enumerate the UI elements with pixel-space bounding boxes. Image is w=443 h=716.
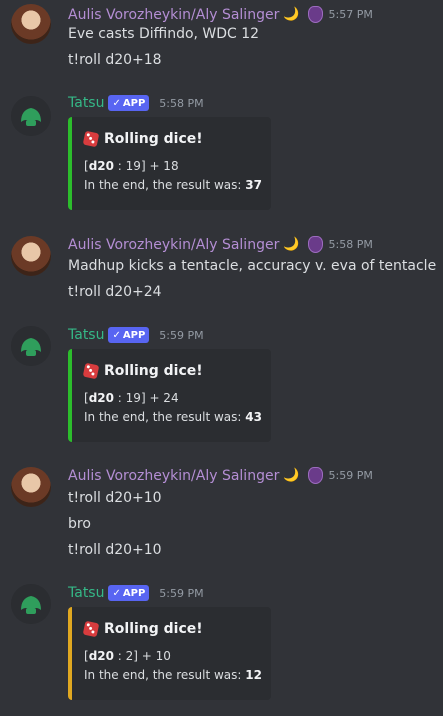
embed-title-text: Rolling dice! [104,363,203,379]
verified-check-icon: ✓ [112,97,121,109]
user-avatar[interactable] [11,4,51,44]
roll-modifier: + 24 [149,391,179,405]
message-header: Aulis Vorozheykin/Aly Salinger 🌙 5:59 PM [68,467,373,484]
roll-breakdown: [d20 : 19] + 24 [84,391,179,405]
author-name[interactable]: Tatsu [68,95,104,111]
tatsu-logo-icon [11,584,51,624]
message-text: t!roll d20+10 [68,542,162,558]
roll-embed: Rolling dice! [d20 : 2] + 10 In the end,… [68,607,271,700]
tatsu-logo-icon [11,96,51,136]
author-name[interactable]: Aulis Vorozheykin/Aly Salinger [68,7,279,23]
moon-icon: 🌙 [283,237,300,252]
roll-modifier: + 18 [149,159,179,173]
roll-modifier: + 10 [141,649,171,663]
message-text: bro [68,516,91,532]
roll-breakdown: [d20 : 19] + 18 [84,159,179,173]
message-header: Tatsu ✓ APP 5:58 PM [68,95,204,111]
message-header: Aulis Vorozheykin/Aly Salinger 🌙 5:58 PM [68,236,373,253]
result-value: 12 [245,668,262,682]
app-tag-label: APP [122,97,146,109]
message-header: Tatsu ✓ APP 5:59 PM [68,585,204,601]
message-text: t!roll d20+18 [68,52,162,68]
roll-die: d20 [88,649,114,663]
embed-title: Rolling dice! [82,130,203,148]
bot-avatar[interactable] [11,584,51,624]
user-avatar[interactable] [11,467,51,507]
result-value: 43 [245,410,262,424]
dice-icon [82,130,100,148]
roll-embed: Rolling dice! [d20 : 19] + 18 In the end… [68,117,271,210]
timestamp: 5:59 PM [159,328,204,342]
guild-badge-icon[interactable] [307,236,323,253]
app-badge: ✓ APP [108,95,150,111]
app-tag-label: APP [122,587,146,599]
message-header: Aulis Vorozheykin/Aly Salinger 🌙 5:57 PM [68,6,373,23]
result-label: In the end, the result was: [84,668,242,682]
app-badge: ✓ APP [108,585,150,601]
moon-icon: 🌙 [283,468,300,483]
roll-die: d20 [88,391,114,405]
embed-title: Rolling dice! [82,362,203,380]
guild-badge-icon[interactable] [307,467,323,484]
roll-result: In the end, the result was: 12 [84,668,262,682]
roll-result: In the end, the result was: 37 [84,178,262,192]
timestamp: 5:59 PM [159,586,204,600]
user-avatar[interactable] [11,236,51,276]
timestamp: 5:58 PM [328,238,373,251]
result-label: In the end, the result was: [84,178,242,192]
bot-avatar[interactable] [11,96,51,136]
roll-embed: Rolling dice! [d20 : 19] + 24 In the end… [68,349,271,442]
embed-title: Rolling dice! [82,620,203,638]
roll-result: In the end, the result was: 43 [84,410,262,424]
embed-title-text: Rolling dice! [104,621,203,637]
roll-value: 2 [125,649,134,663]
message-text: t!roll d20+10 [68,490,162,506]
message-text: t!roll d20+24 [68,284,162,300]
author-name[interactable]: Tatsu [68,327,104,343]
tatsu-logo-icon [11,326,51,366]
roll-breakdown: [d20 : 2] + 10 [84,649,171,663]
timestamp: 5:59 PM [328,469,373,482]
timestamp: 5:57 PM [328,8,373,21]
roll-die: d20 [88,159,114,173]
verified-check-icon: ✓ [112,329,121,341]
message-text: Madhup kicks a tentacle, accuracy v. eva… [68,258,437,274]
author-name[interactable]: Aulis Vorozheykin/Aly Salinger [68,237,279,253]
result-label: In the end, the result was: [84,410,242,424]
app-tag-label: APP [122,329,146,341]
dice-icon [82,362,100,380]
verified-check-icon: ✓ [112,587,121,599]
roll-value: 19 [125,159,141,173]
guild-badge-icon[interactable] [307,6,323,23]
result-value: 37 [245,178,262,192]
app-badge: ✓ APP [108,327,150,343]
moon-icon: 🌙 [283,7,300,22]
timestamp: 5:58 PM [159,96,204,110]
dice-icon [82,620,100,638]
author-name[interactable]: Aulis Vorozheykin/Aly Salinger [68,468,279,484]
author-name[interactable]: Tatsu [68,585,104,601]
message-header: Tatsu ✓ APP 5:59 PM [68,327,204,343]
embed-title-text: Rolling dice! [104,131,203,147]
message-text: Eve casts Diffindo, WDC 12 [68,26,260,42]
bot-avatar[interactable] [11,326,51,366]
roll-value: 19 [125,391,141,405]
